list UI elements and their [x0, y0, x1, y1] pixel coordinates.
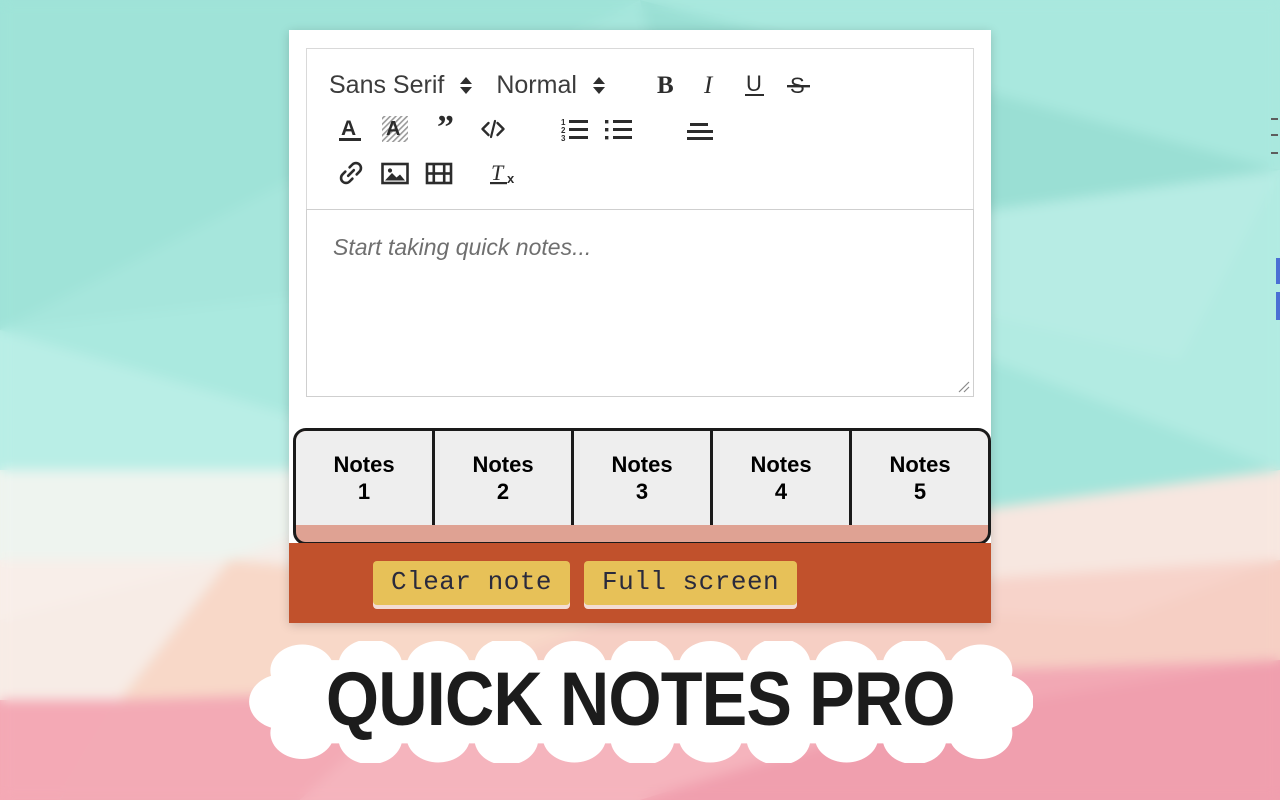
app-window: Sans Serif Normal B I U A A ” 1 2 3 T x … — [289, 30, 991, 623]
note-tab-label-line1: Notes — [472, 451, 534, 477]
underline-button[interactable]: U — [733, 64, 777, 106]
svg-text:B: B — [657, 72, 674, 99]
align-left-button[interactable] — [679, 108, 723, 150]
screenshot-root: Sans Serif Normal B I U A A ” 1 2 3 T x … — [0, 0, 1280, 800]
font-family-picker[interactable]: Sans Serif — [329, 65, 474, 105]
note-tab-label-line2: 5 — [913, 479, 927, 504]
background-color-button[interactable]: A — [373, 108, 417, 150]
video-button[interactable] — [417, 152, 461, 194]
note-tab-label-line2: 4 — [774, 479, 788, 504]
note-tab-label-line2: 2 — [496, 479, 510, 504]
toolbar-row-3: T x — [329, 151, 951, 195]
note-tab-2[interactable]: Notes 2 — [435, 431, 574, 525]
svg-text:3: 3 — [561, 134, 566, 143]
toolbar-row-2: A A ” 1 2 3 — [329, 107, 951, 151]
note-tab-label-line1: Notes — [333, 451, 395, 477]
code-block-button[interactable] — [471, 108, 515, 150]
note-tab-1[interactable]: Notes 1 — [296, 431, 435, 525]
toolbar-row-1: Sans Serif Normal B I U — [329, 63, 951, 107]
svg-text:A: A — [386, 118, 400, 140]
updown-chevron-icon — [458, 76, 474, 94]
edge-tick-1 — [1271, 118, 1278, 120]
full-screen-button[interactable]: Full screen — [584, 561, 798, 605]
edge-tick-2 — [1271, 134, 1278, 136]
font-size-picker[interactable]: Normal — [496, 65, 607, 105]
note-tab-label-line1: Notes — [750, 451, 812, 477]
blockquote-button[interactable]: ” — [427, 108, 471, 150]
edge-accent-sliver-top — [1276, 258, 1280, 284]
svg-text:x: x — [507, 171, 515, 186]
note-tab-4[interactable]: Notes 4 — [713, 431, 852, 525]
note-tab-label-line2: 1 — [357, 479, 371, 504]
link-button[interactable] — [329, 152, 373, 194]
title-pill: QUICK NOTES PRO — [248, 641, 1034, 763]
svg-text:T: T — [491, 160, 505, 185]
bullet-list-button[interactable] — [597, 108, 641, 150]
note-tab-label-line2: 3 — [635, 479, 649, 504]
note-tab-5[interactable]: Notes 5 — [852, 431, 988, 525]
text-color-button[interactable]: A — [329, 108, 373, 150]
note-tab-3[interactable]: Notes 3 — [574, 431, 713, 525]
svg-text:A: A — [341, 117, 356, 140]
strikethrough-button[interactable]: S — [777, 64, 821, 106]
bold-button[interactable]: B — [645, 64, 689, 106]
note-placeholder-text: Start taking quick notes... — [333, 234, 592, 260]
clear-note-button[interactable]: Clear note — [373, 561, 571, 605]
note-tab-label-line1: Notes — [611, 451, 673, 477]
svg-text:”: ” — [437, 114, 454, 144]
ordered-list-button[interactable]: 1 2 3 — [553, 108, 597, 150]
edge-tick-3 — [1271, 152, 1278, 154]
italic-button[interactable]: I — [689, 64, 733, 106]
svg-text:U: U — [746, 71, 762, 96]
editor-toolbar: Sans Serif Normal B I U A A ” 1 2 3 T x — [306, 48, 974, 209]
title-banner: QUICK NOTES PRO — [0, 641, 1280, 763]
font-size-value: Normal — [496, 70, 577, 99]
svg-text:I: I — [703, 72, 714, 99]
updown-chevron-icon — [591, 76, 607, 94]
rich-text-editor: Sans Serif Normal B I U A A ” 1 2 3 T x … — [306, 48, 974, 397]
page-title: QUICK NOTES PRO — [325, 657, 956, 742]
image-button[interactable] — [373, 152, 417, 194]
font-family-value: Sans Serif — [329, 70, 445, 99]
note-text-area[interactable]: Start taking quick notes... — [306, 209, 974, 397]
note-tab-label-line1: Notes — [889, 451, 951, 477]
resize-grip-icon[interactable] — [956, 379, 970, 393]
note-tab-strip: Notes 1 Notes 2 Notes 3 Notes 4 Notes 5 — [293, 428, 991, 545]
action-bar: Clear note Full screen — [289, 543, 991, 623]
edge-accent-sliver-bottom — [1276, 292, 1280, 320]
clear-formatting-button[interactable]: T x — [483, 152, 527, 194]
